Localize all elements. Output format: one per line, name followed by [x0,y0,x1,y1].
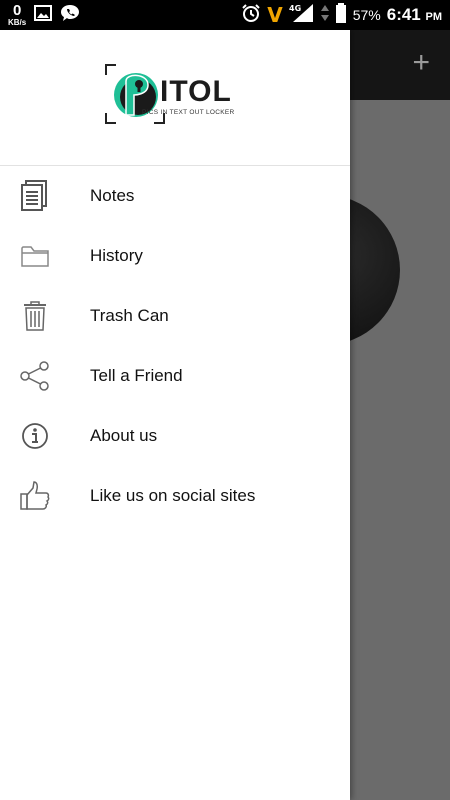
network-speed: 0 KB/s [8,3,26,27]
menu-item-label: Like us on social sites [90,486,256,505]
menu-item-label: Notes [90,186,135,205]
app-content[interactable]: ge ry [350,100,450,800]
logo-wordmark: ITOL [160,75,232,108]
menu-item-label: Tell a Friend [90,366,183,385]
drawer-header: ITOL PICS IN TEXT OUT LOCKER [0,30,350,166]
folder-icon [18,239,52,273]
share-icon [18,359,52,393]
clock: 6:41 PM [387,5,442,25]
data-arrows-icon [320,4,329,26]
pick-image-circle[interactable] [350,195,400,345]
volte-icon: V [267,3,283,27]
signal-icon: 4G [289,3,315,28]
menu-item-trash[interactable]: Trash Can [0,286,350,346]
call-chat-icon [60,4,80,27]
thumbs-up-icon [18,479,52,513]
info-icon [18,419,52,453]
clock-time: 6:41 [386,5,421,24]
drawer-menu: Notes History Trash Can Tell a Friend Ab… [0,166,350,526]
network-speed-unit: KB/s [8,18,27,27]
menu-item-like-social[interactable]: Like us on social sites [0,466,350,526]
clock-ampm: PM [425,11,443,23]
svg-text:4G: 4G [289,4,301,13]
status-bar: 0 KB/s V 4G 57% 6:41 PM [0,0,450,30]
battery-percent: 57% [352,7,381,23]
menu-item-label: Trash Can [90,306,169,325]
notes-icon [18,179,52,213]
alarm-icon [241,3,261,28]
trash-icon [18,299,52,333]
menu-item-label: History [90,246,143,265]
menu-item-about[interactable]: About us [0,406,350,466]
menu-item-label: About us [90,426,158,445]
network-speed-value: 0 [12,2,22,19]
menu-item-history[interactable]: History [0,226,350,286]
navigation-drawer: ITOL PICS IN TEXT OUT LOCKER Notes Histo… [0,30,350,800]
logo-tagline: PICS IN TEXT OUT LOCKER [142,109,235,116]
battery-icon [335,2,347,28]
menu-item-tell-friend[interactable]: Tell a Friend [0,346,350,406]
image-notification-icon [34,4,53,26]
menu-item-notes[interactable]: Notes [0,166,350,226]
add-button[interactable]: + [412,48,430,78]
app-logo: ITOL PICS IN TEXT OUT LOCKER [104,63,254,125]
app-toolbar: + [350,30,450,100]
